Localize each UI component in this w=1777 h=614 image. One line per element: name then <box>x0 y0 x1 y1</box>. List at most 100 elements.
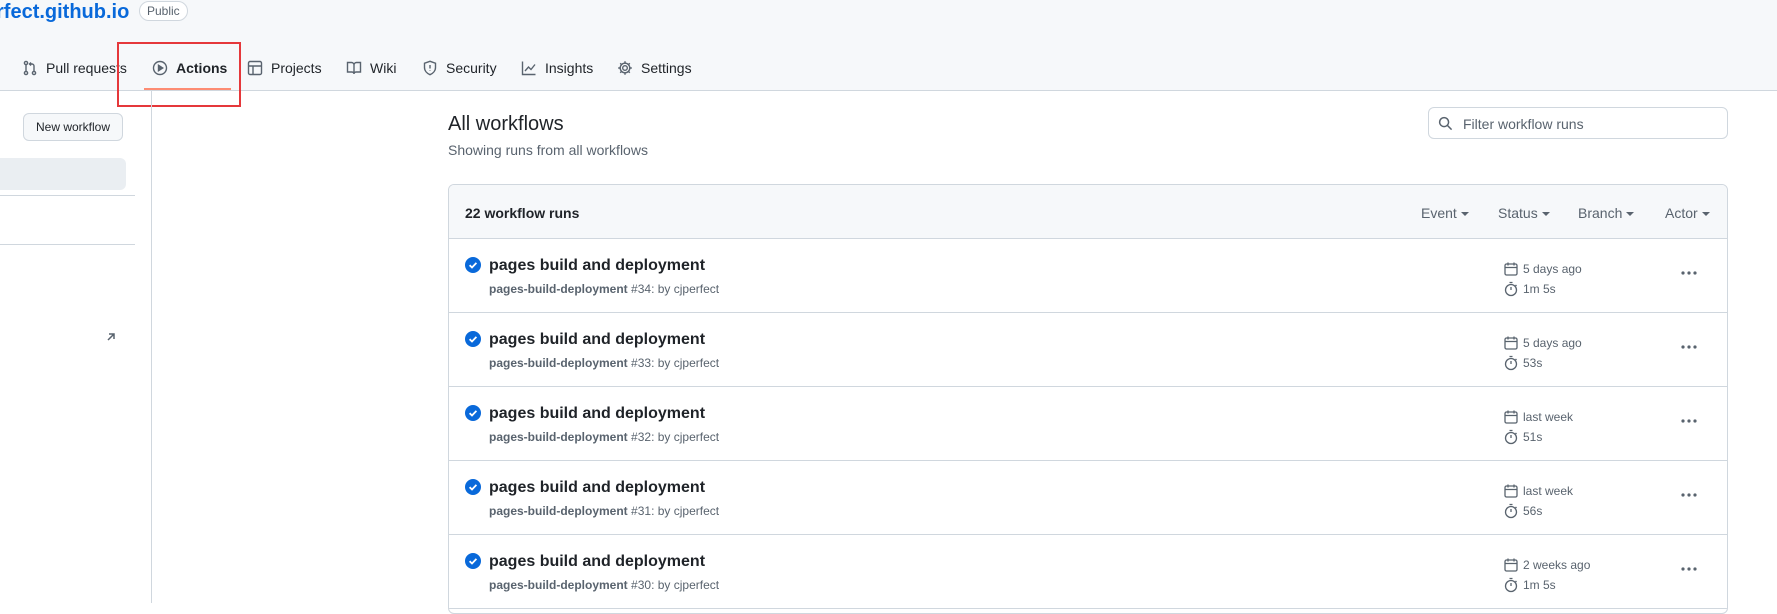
chevron-down-icon <box>1626 212 1635 217</box>
run-timestamp: last week <box>1503 483 1573 499</box>
run-number: #33 <box>631 356 652 370</box>
table-row[interactable]: pages build and deployment pages-build-d… <box>449 239 1727 313</box>
check-circle-icon <box>465 405 481 421</box>
tab-pull-requests[interactable]: Pull requests <box>22 54 127 82</box>
play-icon <box>152 60 168 76</box>
calendar-icon <box>1504 410 1518 424</box>
run-workflow-name: pages-build-deployment <box>489 282 628 296</box>
workflow-runs-list: 22 workflow runs Event Status Branch Act… <box>448 184 1728 614</box>
kebab-menu-icon[interactable] <box>1679 339 1699 355</box>
stopwatch-icon <box>1504 503 1518 519</box>
page-subtitle: Showing runs from all workflows <box>448 142 648 158</box>
run-duration: 56s <box>1503 503 1542 519</box>
filter-runs-input[interactable] <box>1461 113 1720 135</box>
tab-label: Insights <box>545 60 594 76</box>
new-workflow-button[interactable]: New workflow <box>23 113 124 141</box>
run-when-text: last week <box>1523 484 1574 498</box>
tab-actions[interactable]: Actions <box>152 54 227 82</box>
run-when-text: 5 days ago <box>1523 262 1582 276</box>
actor-filter-dropdown[interactable]: Actor <box>1665 205 1710 221</box>
run-workflow-name: pages-build-deployment <box>489 430 628 444</box>
run-duration-text: 1m 5s <box>1523 578 1556 592</box>
runs-list-header: 22 workflow runs Event Status Branch Act… <box>449 185 1727 239</box>
run-meta: pages-build-deployment #33: by cjperfect <box>489 356 719 370</box>
tab-security[interactable]: Security <box>422 54 497 82</box>
run-when-text: 2 weeks ago <box>1523 558 1591 572</box>
kebab-menu-icon[interactable] <box>1679 265 1699 281</box>
run-actor: : by cjperfect <box>651 356 720 370</box>
search-icon <box>1438 116 1453 131</box>
tab-projects[interactable]: Projects <box>247 54 322 82</box>
event-filter-dropdown[interactable]: Event <box>1421 205 1469 221</box>
run-timestamp: 2 weeks ago <box>1503 557 1590 573</box>
table-icon <box>247 60 263 76</box>
filter-runs-field[interactable] <box>1428 107 1728 139</box>
run-duration: 51s <box>1503 429 1542 445</box>
run-title-link[interactable]: pages build and deployment <box>489 257 705 275</box>
kebab-menu-icon[interactable] <box>1679 413 1699 429</box>
run-when-text: last week <box>1523 410 1574 424</box>
actor-filter-label: Actor <box>1665 205 1698 221</box>
run-number: #34 <box>631 282 652 296</box>
table-row[interactable]: pages build and deployment pages-build-d… <box>449 461 1727 535</box>
calendar-icon <box>1504 484 1518 498</box>
tab-wiki[interactable]: Wiki <box>346 54 396 82</box>
table-row[interactable]: pages build and deployment pages-build-d… <box>449 387 1727 461</box>
run-duration-text: 51s <box>1523 430 1543 444</box>
run-number: #31 <box>631 504 652 518</box>
tab-label: Actions <box>176 60 228 76</box>
calendar-icon <box>1504 336 1518 350</box>
run-duration-text: 53s <box>1523 356 1543 370</box>
calendar-icon <box>1504 558 1518 572</box>
status-filter-dropdown[interactable]: Status <box>1498 205 1550 221</box>
tab-settings[interactable]: Settings <box>617 54 692 82</box>
tab-label: Wiki <box>370 60 397 76</box>
branch-filter-dropdown[interactable]: Branch <box>1578 205 1635 221</box>
run-timestamp: 5 days ago <box>1503 261 1582 277</box>
shield-icon <box>423 60 437 76</box>
tab-label: Settings <box>641 60 692 76</box>
chevron-down-icon <box>1460 212 1469 217</box>
run-actor: : by cjperfect <box>651 578 720 592</box>
runs-count: 22 workflow runs <box>465 205 580 221</box>
stopwatch-icon <box>1504 577 1518 593</box>
kebab-menu-icon[interactable] <box>1679 487 1699 503</box>
sidebar-divider-line <box>0 195 135 196</box>
repo-name-link[interactable]: rfect.github.io <box>0 0 129 24</box>
run-duration-text: 56s <box>1523 504 1543 518</box>
run-when-text: 5 days ago <box>1523 336 1582 350</box>
run-title-link[interactable]: pages build and deployment <box>489 479 705 497</box>
run-number: #30 <box>631 578 652 592</box>
calendar-icon <box>1504 262 1518 276</box>
stopwatch-icon <box>1504 429 1518 445</box>
table-row[interactable]: pages build and deployment pages-build-d… <box>449 535 1727 609</box>
repo-header: rfect.github.io Public Pull requests Act… <box>0 0 1777 91</box>
pull-request-icon <box>23 60 37 76</box>
run-workflow-name: pages-build-deployment <box>489 356 628 370</box>
sidebar-divider-line <box>0 244 135 245</box>
run-duration: 1m 5s <box>1503 577 1556 593</box>
tab-insights[interactable]: Insights <box>521 54 593 82</box>
run-meta: pages-build-deployment #31: by cjperfect <box>489 504 719 518</box>
visibility-badge: Public <box>139 1 188 21</box>
run-workflow-name: pages-build-deployment <box>489 578 628 592</box>
run-duration: 1m 5s <box>1503 281 1556 297</box>
gear-icon <box>618 61 632 75</box>
tab-label: Pull requests <box>46 60 127 76</box>
arrow-up-right-icon[interactable] <box>104 330 118 344</box>
run-title-link[interactable]: pages build and deployment <box>489 331 705 349</box>
run-title-link[interactable]: pages build and deployment <box>489 553 705 571</box>
kebab-menu-icon[interactable] <box>1679 561 1699 577</box>
table-row[interactable]: pages build and deployment pages-build-d… <box>449 313 1727 387</box>
check-circle-icon <box>465 479 481 495</box>
graph-icon <box>521 61 536 76</box>
sidebar-divider <box>151 90 152 603</box>
tab-label: Security <box>446 60 497 76</box>
sidebar-item-all-workflows[interactable] <box>0 158 126 190</box>
run-title-link[interactable]: pages build and deployment <box>489 405 705 423</box>
run-actor: : by cjperfect <box>651 282 720 296</box>
check-circle-icon <box>465 331 481 347</box>
status-filter-label: Status <box>1498 205 1538 221</box>
run-duration-text: 1m 5s <box>1523 282 1556 296</box>
event-filter-label: Event <box>1421 205 1457 221</box>
